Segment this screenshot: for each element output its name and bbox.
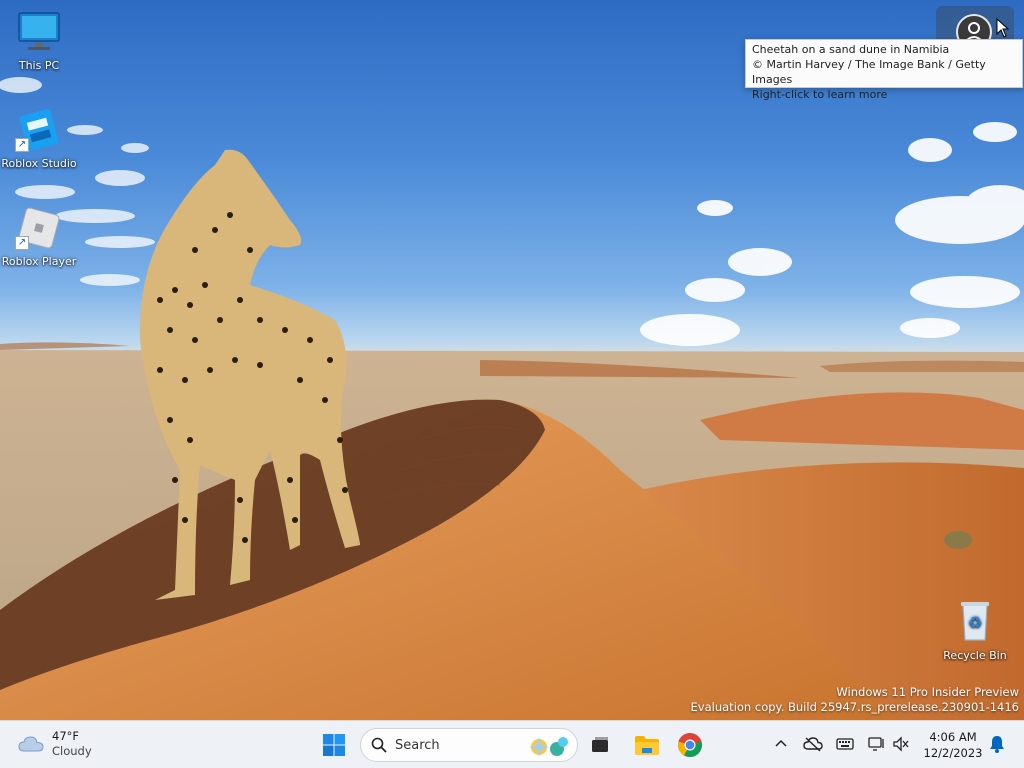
chrome-icon bbox=[678, 733, 702, 757]
desktop-icon-recycle-bin[interactable]: ♻ Recycle Bin bbox=[936, 598, 1014, 662]
spotlight-tooltip: Cheetah on a sand dune in Namibia © Mart… bbox=[745, 39, 1023, 101]
windows-logo-icon bbox=[323, 734, 345, 756]
weather-temperature: 47°F bbox=[52, 729, 79, 743]
search-icon bbox=[371, 737, 387, 753]
chevron-up-icon bbox=[775, 739, 787, 747]
weather-widget[interactable]: 47°F Cloudy bbox=[18, 729, 92, 759]
search-placeholder: Search bbox=[395, 737, 440, 753]
desktop-icon-roblox-studio[interactable]: ↗ Roblox Studio bbox=[0, 106, 78, 170]
search-highlight-icon bbox=[529, 737, 568, 757]
desktop-icon-roblox-player[interactable]: ↗ Roblox Player bbox=[0, 204, 78, 268]
shortcut-arrow-icon: ↗ bbox=[15, 236, 29, 250]
desktop-icon-label: Roblox Player bbox=[1, 255, 77, 268]
recycle-bin-icon: ♻ bbox=[951, 598, 999, 646]
tooltip-title: Cheetah on a sand dune in Namibia bbox=[752, 43, 950, 56]
cloud-offline-icon bbox=[803, 737, 823, 752]
volume-muted-icon bbox=[893, 736, 909, 752]
tooltip-hint: Right-click to learn more bbox=[752, 88, 888, 101]
weather-condition: Cloudy bbox=[52, 744, 92, 758]
keyboard-button[interactable] bbox=[834, 733, 856, 755]
desktop-icon-label: Recycle Bin bbox=[943, 649, 1007, 662]
notifications-button[interactable] bbox=[986, 733, 1008, 755]
clock-time: 4:06 AM bbox=[929, 730, 977, 744]
roblox-studio-icon: ↗ bbox=[15, 106, 63, 154]
folder-icon bbox=[635, 736, 659, 755]
show-hidden-icons-button[interactable] bbox=[770, 733, 792, 755]
clock-date: 12/2/2023 bbox=[923, 746, 983, 760]
volume-button[interactable] bbox=[890, 733, 912, 755]
desktop-icon-label: This PC bbox=[18, 59, 60, 72]
wallpaper-scene bbox=[0, 77, 1024, 720]
onedrive-button[interactable] bbox=[802, 733, 824, 755]
file-explorer-button[interactable] bbox=[631, 729, 663, 761]
monitor-icon bbox=[15, 8, 63, 56]
desktop-wallpaper bbox=[0, 0, 1024, 720]
taskbar-search-box[interactable]: Search bbox=[360, 728, 578, 762]
desktop-icon-this-pc[interactable]: This PC bbox=[0, 8, 78, 72]
start-button[interactable] bbox=[318, 729, 350, 761]
shortcut-arrow-icon: ↗ bbox=[15, 138, 29, 152]
bell-icon bbox=[990, 736, 1004, 753]
keyboard-icon bbox=[836, 738, 854, 750]
watermark-edition: Windows 11 Pro Insider Preview bbox=[836, 685, 1019, 699]
task-view-icon bbox=[592, 737, 608, 752]
tooltip-credit: © Martin Harvey / The Image Bank / Getty… bbox=[752, 58, 986, 86]
chrome-button[interactable] bbox=[674, 729, 706, 761]
svg-text:♻: ♻ bbox=[968, 613, 982, 632]
evaluation-watermark: Windows 11 Pro Insider Preview Evaluatio… bbox=[691, 685, 1019, 715]
roblox-player-icon: ↗ bbox=[15, 204, 63, 252]
task-view-button[interactable] bbox=[584, 729, 616, 761]
taskbar-clock[interactable]: 4:06 AM 12/2/2023 bbox=[918, 729, 988, 761]
taskbar: 47°F Cloudy Search 4:06 AM 12/2/2023 bbox=[0, 720, 1024, 768]
network-disconnected-icon bbox=[868, 737, 884, 751]
desktop-icon-label: Roblox Studio bbox=[1, 157, 77, 170]
cloud-icon bbox=[18, 736, 44, 752]
watermark-build: Evaluation copy. Build 25947.rs_prerelea… bbox=[690, 700, 1019, 714]
network-button[interactable] bbox=[866, 733, 888, 755]
